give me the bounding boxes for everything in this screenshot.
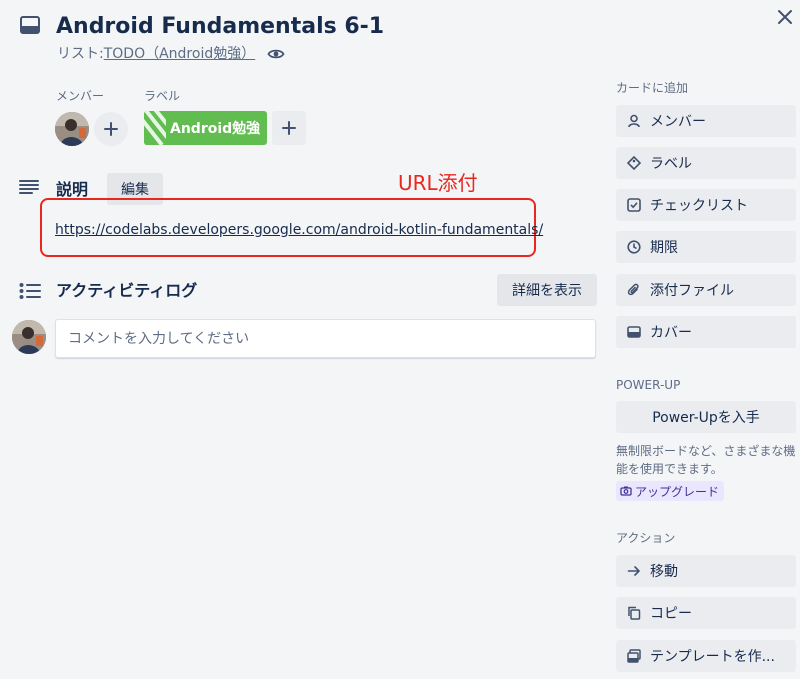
template-icon (626, 648, 642, 664)
copy-card-button[interactable]: コピー (616, 597, 796, 629)
sidebar-members-button[interactable]: メンバー (616, 105, 796, 137)
description-link[interactable]: https://codelabs.developers.google.com/a… (55, 220, 543, 240)
comment-avatar (12, 320, 46, 354)
activity-icon (19, 282, 41, 300)
arrow-right-icon (626, 563, 642, 579)
card-icon (20, 16, 40, 34)
add-to-card-heading: カードに追加 (616, 81, 689, 95)
avatar[interactable] (55, 112, 89, 146)
list-info: リスト: TODO（Android勉強） (57, 44, 285, 64)
powerup-description: 無制限ボードなど、さまざまな機能を使用できます。 (616, 444, 796, 476)
list-prefix: リスト: (57, 46, 104, 62)
camera-icon (620, 485, 632, 497)
sidebar-dates-label: 期限 (650, 240, 678, 256)
sidebar-labels-button[interactable]: ラベル (616, 147, 796, 179)
actions-heading: アクション (616, 531, 676, 545)
description-heading: 説明 (56, 180, 89, 199)
upgrade-button[interactable]: アップグレード (616, 481, 725, 501)
comment-input[interactable] (55, 319, 596, 358)
sidebar-checklist-button[interactable]: チェックリスト (616, 189, 796, 221)
members-heading: メンバー (56, 89, 105, 103)
clock-icon (626, 239, 642, 255)
copy-card-label: コピー (650, 606, 692, 622)
sidebar-labels-label: ラベル (650, 156, 692, 172)
eye-icon[interactable] (267, 45, 285, 63)
move-card-label: 移動 (650, 564, 678, 580)
get-powerups-button[interactable]: Power-Upを入手 (616, 401, 796, 433)
card-cover-icon (626, 324, 642, 340)
show-details-button[interactable]: 詳細を表示 (497, 274, 597, 306)
activity-heading: アクティビティログ (56, 281, 198, 300)
powerup-heading: POWER-UP (616, 378, 681, 392)
checkbox-icon (626, 197, 642, 213)
add-member-button[interactable] (94, 112, 128, 146)
copy-icon (626, 605, 642, 621)
sidebar-attachment-button[interactable]: 添付ファイル (616, 274, 796, 306)
move-card-button[interactable]: 移動 (616, 555, 796, 587)
description-icon (19, 179, 39, 195)
label-text: Android勉強 (170, 121, 261, 137)
add-label-button[interactable] (272, 111, 306, 145)
list-name-link[interactable]: TODO（Android勉強） (104, 44, 256, 64)
sidebar-members-label: メンバー (650, 114, 706, 130)
paperclip-icon (626, 282, 642, 298)
sidebar-checklist-label: チェックリスト (650, 198, 748, 214)
card-title[interactable]: Android Fundamentals 6-1 (56, 12, 384, 42)
make-template-button[interactable]: テンプレートを作... (616, 640, 796, 672)
sidebar-attachment-label: 添付ファイル (650, 283, 734, 299)
person-icon (626, 113, 642, 129)
make-template-label: テンプレートを作... (650, 649, 775, 665)
get-powerups-label: Power-Upを入手 (652, 410, 760, 426)
tag-icon (626, 155, 642, 171)
close-icon[interactable] (774, 6, 796, 28)
upgrade-label: アップグレード (635, 484, 720, 499)
labels-heading: ラベル (144, 89, 181, 103)
label-chip[interactable]: Android勉強 (144, 111, 267, 145)
sidebar-cover-label: カバー (650, 325, 692, 341)
sidebar-cover-button[interactable]: カバー (616, 316, 796, 348)
annotation-text: URL添付 (398, 171, 478, 195)
sidebar-dates-button[interactable]: 期限 (616, 231, 796, 263)
